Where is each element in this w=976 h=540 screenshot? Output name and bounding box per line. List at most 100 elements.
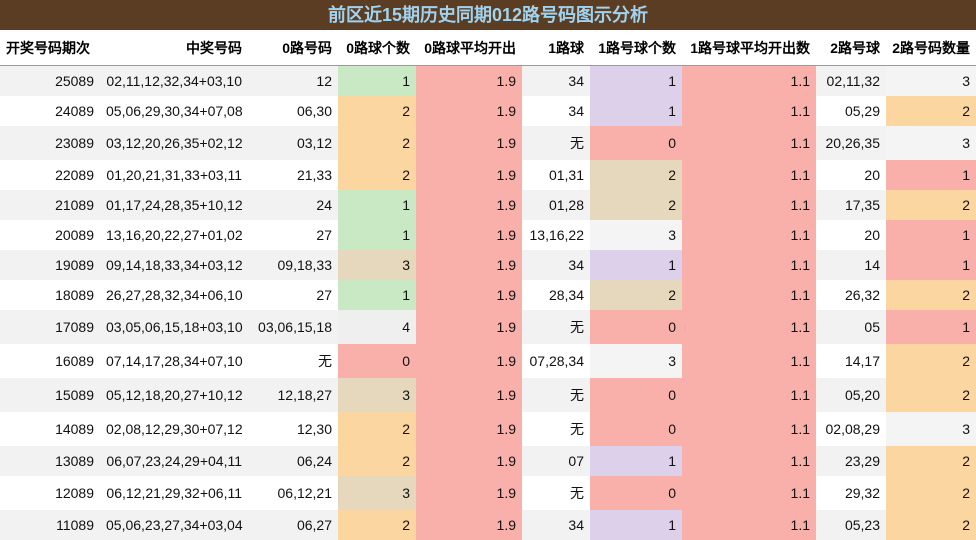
cell-route1-avg: 1.1	[682, 125, 816, 160]
cell-route0-numbers: 12,30	[248, 411, 338, 446]
cell-route0-avg: 1.9	[416, 509, 522, 540]
cell-route0-avg: 1.9	[416, 219, 522, 250]
cell-winning-numbers: 01,17,24,28,35+10,12	[100, 189, 248, 220]
cell-issue: 11089	[0, 509, 100, 540]
cell-route1-numbers: 13,16,22	[522, 219, 590, 250]
cell-route2-numbers: 05,23	[816, 509, 886, 540]
cell-route1-avg: 1.1	[682, 377, 816, 412]
col-header-issue: 开奖号码期次	[0, 30, 100, 66]
cell-winning-numbers: 05,06,23,27,34+03,04	[100, 509, 248, 540]
analysis-sheet: 前区近15期历史同期012路号码图示分析 开奖号码期次 中奖号码 0路号码 0路…	[0, 0, 976, 540]
cell-route2-numbers: 26,32	[816, 279, 886, 310]
col-header-route0-avg: 0路球平均开出	[416, 30, 522, 66]
table-row: 25089 02,11,12,32,34+03,10 12 1 1.9 34 1 1.1 02,…	[0, 65, 976, 96]
cell-route0-avg: 1.9	[416, 309, 522, 344]
cell-route0-numbers: 06,30	[248, 95, 338, 126]
cell-route1-numbers: 无	[522, 125, 590, 160]
cell-route2-numbers: 14	[816, 249, 886, 280]
cell-route1-count: 1	[590, 509, 682, 540]
cell-route0-avg: 1.9	[416, 189, 522, 220]
cell-route2-count: 3	[886, 65, 976, 96]
cell-route0-count: 2	[338, 445, 416, 476]
cell-issue: 12089	[0, 475, 100, 510]
cell-route0-count: 3	[338, 249, 416, 280]
cell-issue: 21089	[0, 189, 100, 220]
table-row: 12089 06,12,21,29,32+06,11 06,12,21 3 1.9 无 0 1…	[0, 475, 976, 510]
cell-issue: 20089	[0, 219, 100, 250]
cell-route2-numbers: 20	[816, 219, 886, 250]
cell-route2-count: 2	[886, 95, 976, 126]
cell-route0-avg: 1.9	[416, 159, 522, 190]
cell-route1-numbers: 07,28,34	[522, 343, 590, 378]
cell-route0-numbers: 03,12	[248, 125, 338, 160]
cell-route0-numbers: 12	[248, 65, 338, 96]
cell-route1-numbers: 无	[522, 377, 590, 412]
cell-route0-numbers: 06,24	[248, 445, 338, 476]
table-row: 23089 03,12,20,26,35+02,12 03,12 2 1.9 无 0 1.1 2…	[0, 125, 976, 160]
cell-route0-count: 1	[338, 279, 416, 310]
cell-route2-numbers: 20,26,35	[816, 125, 886, 160]
cell-route1-count: 2	[590, 279, 682, 310]
cell-winning-numbers: 03,12,20,26,35+02,12	[100, 125, 248, 160]
cell-route0-numbers: 24	[248, 189, 338, 220]
cell-issue: 18089	[0, 279, 100, 310]
cell-issue: 14089	[0, 411, 100, 446]
cell-route1-avg: 1.1	[682, 249, 816, 280]
cell-route0-numbers: 12,18,27	[248, 377, 338, 412]
cell-winning-numbers: 09,14,18,33,34+03,12	[100, 249, 248, 280]
cell-issue: 25089	[0, 65, 100, 96]
cell-route1-count: 1	[590, 445, 682, 476]
cell-route2-numbers: 20	[816, 159, 886, 190]
table-row: 21089 01,17,24,28,35+10,12 24 1 1.9 01,28 2 1.1…	[0, 189, 976, 220]
cell-issue: 17089	[0, 309, 100, 344]
cell-route1-numbers: 01,31	[522, 159, 590, 190]
col-header-route2-numbers: 2路号球	[816, 30, 886, 66]
cell-route0-count: 1	[338, 219, 416, 250]
table-row: 11089 05,06,23,27,34+03,04 06,27 2 1.9 34 1 1.1…	[0, 509, 976, 540]
cell-route0-count: 1	[338, 65, 416, 96]
cell-issue: 13089	[0, 445, 100, 476]
cell-route1-count: 0	[590, 309, 682, 344]
cell-route2-count: 1	[886, 159, 976, 190]
col-header-route1-count: 1路号球个数	[590, 30, 682, 66]
cell-route2-numbers: 05	[816, 309, 886, 344]
col-header-route0-count: 0路球个数	[338, 30, 416, 66]
cell-route0-avg: 1.9	[416, 95, 522, 126]
cell-route0-avg: 1.9	[416, 377, 522, 412]
cell-route1-count: 3	[590, 343, 682, 378]
sheet-title: 前区近15期历史同期012路号码图示分析	[0, 0, 976, 30]
cell-route0-avg: 1.9	[416, 411, 522, 446]
cell-route1-numbers: 无	[522, 309, 590, 344]
cell-route0-count: 3	[338, 377, 416, 412]
col-header-route2-count: 2路号码数量	[886, 30, 976, 66]
table-row: 24089 05,06,29,30,34+07,08 06,30 2 1.9 34 1 1.1…	[0, 95, 976, 126]
table-row: 22089 01,20,21,31,33+03,11 21,33 2 1.9 01,31 2…	[0, 159, 976, 190]
cell-route2-numbers: 23,29	[816, 445, 886, 476]
cell-winning-numbers: 07,14,17,28,34+07,10	[100, 343, 248, 378]
cell-route0-count: 0	[338, 343, 416, 378]
cell-route1-count: 2	[590, 189, 682, 220]
cell-route1-count: 1	[590, 249, 682, 280]
header-row: 开奖号码期次 中奖号码 0路号码 0路球个数 0路球平均开出 1路球 1路号球个…	[0, 30, 976, 66]
cell-route0-count: 2	[338, 95, 416, 126]
cell-route2-count: 1	[886, 249, 976, 280]
cell-route0-count: 4	[338, 309, 416, 344]
cell-issue: 16089	[0, 343, 100, 378]
table-row: 20089 13,16,20,22,27+01,02 27 1 1.9 13,16,22 3…	[0, 219, 976, 250]
cell-route0-avg: 1.9	[416, 249, 522, 280]
cell-route2-numbers: 14,17	[816, 343, 886, 378]
cell-route1-avg: 1.1	[682, 65, 816, 96]
cell-route1-numbers: 01,28	[522, 189, 590, 220]
cell-route2-numbers: 05,29	[816, 95, 886, 126]
cell-issue: 15089	[0, 377, 100, 412]
cell-route2-numbers: 17,35	[816, 189, 886, 220]
cell-route0-count: 3	[338, 475, 416, 510]
cell-route0-avg: 1.9	[416, 445, 522, 476]
cell-winning-numbers: 26,27,28,32,34+06,10	[100, 279, 248, 310]
cell-route2-numbers: 05,20	[816, 377, 886, 412]
cell-route1-avg: 1.1	[682, 445, 816, 476]
table-row: 15089 05,12,18,20,27+10,12 12,18,27 3 1.9 无 0 1…	[0, 377, 976, 412]
cell-route2-count: 2	[886, 377, 976, 412]
cell-issue: 23089	[0, 125, 100, 160]
table-row: 16089 07,14,17,28,34+07,10 无 0 1.9 07,28,34 3 1…	[0, 343, 976, 378]
